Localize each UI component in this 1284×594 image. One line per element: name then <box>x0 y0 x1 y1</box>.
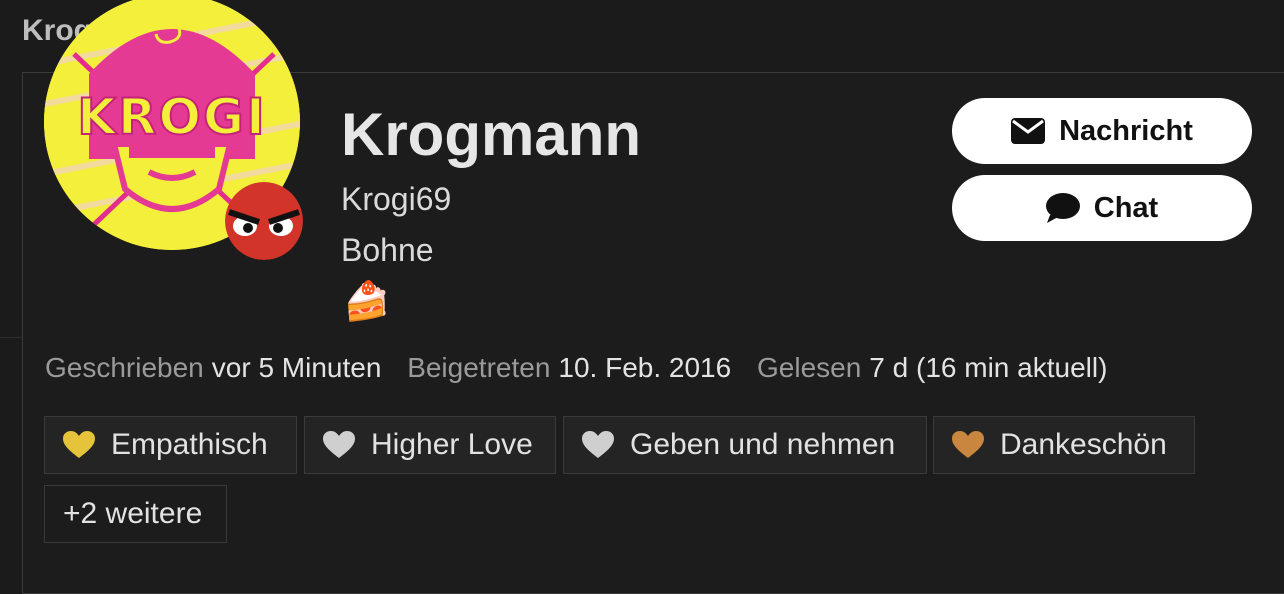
badge-label: Geben und nehmen <box>630 428 896 461</box>
more-badges-button[interactable]: +2 weitere <box>44 485 227 543</box>
stat-joined-label: Beigetreten <box>407 352 551 383</box>
user-flair-icon <box>225 182 303 260</box>
envelope-icon <box>1011 118 1046 144</box>
heart-icon <box>323 431 355 458</box>
chat-bubble-icon <box>1045 193 1080 223</box>
avatar-logo-text: KROGI <box>77 88 266 146</box>
badge-geben-und-nehmen[interactable]: Geben und nehmen <box>563 416 927 474</box>
stat-posted: Geschrieben vor 5 Minuten <box>45 352 389 383</box>
heart-icon <box>582 431 614 458</box>
profile-name: Krogmann <box>341 101 641 168</box>
badge-label: Higher Love <box>371 428 533 461</box>
stat-posted-label: Geschrieben <box>45 352 204 383</box>
badge-label: Empathisch <box>111 428 268 461</box>
stat-joined-value: 10. Feb. 2016 <box>558 352 732 383</box>
chat-button-label: Chat <box>1093 191 1159 224</box>
profile-title: Bohne <box>341 232 434 268</box>
profile-username: Krogi69 <box>341 181 452 217</box>
message-button[interactable]: Nachricht <box>952 98 1252 164</box>
badge-label: Dankeschön <box>1000 428 1167 461</box>
user-stats: Geschrieben vor 5 Minuten Beigetreten 10. … <box>45 352 1125 384</box>
stat-read-value: 7 d (16 min aktuell) <box>869 352 1108 383</box>
stat-posted-value: vor 5 Minuten <box>211 352 382 383</box>
badge-dankeschoen[interactable]: Dankeschön <box>933 416 1195 474</box>
badge-empathisch[interactable]: Empathisch <box>44 416 297 474</box>
status-cake-emoji-icon: 🍰 <box>343 281 391 323</box>
heart-icon <box>952 431 984 458</box>
message-button-label: Nachricht <box>1059 114 1193 147</box>
more-badges-label: +2 weitere <box>63 497 203 530</box>
heart-icon <box>63 431 95 458</box>
stat-joined: Beigetreten 10. Feb. 2016 <box>407 352 739 383</box>
stat-read-label: Gelesen <box>757 352 862 383</box>
badge-higher-love[interactable]: Higher Love <box>304 416 556 474</box>
chat-button[interactable]: Chat <box>952 175 1252 241</box>
stat-read: Gelesen 7 d (16 min aktuell) <box>757 352 1107 383</box>
